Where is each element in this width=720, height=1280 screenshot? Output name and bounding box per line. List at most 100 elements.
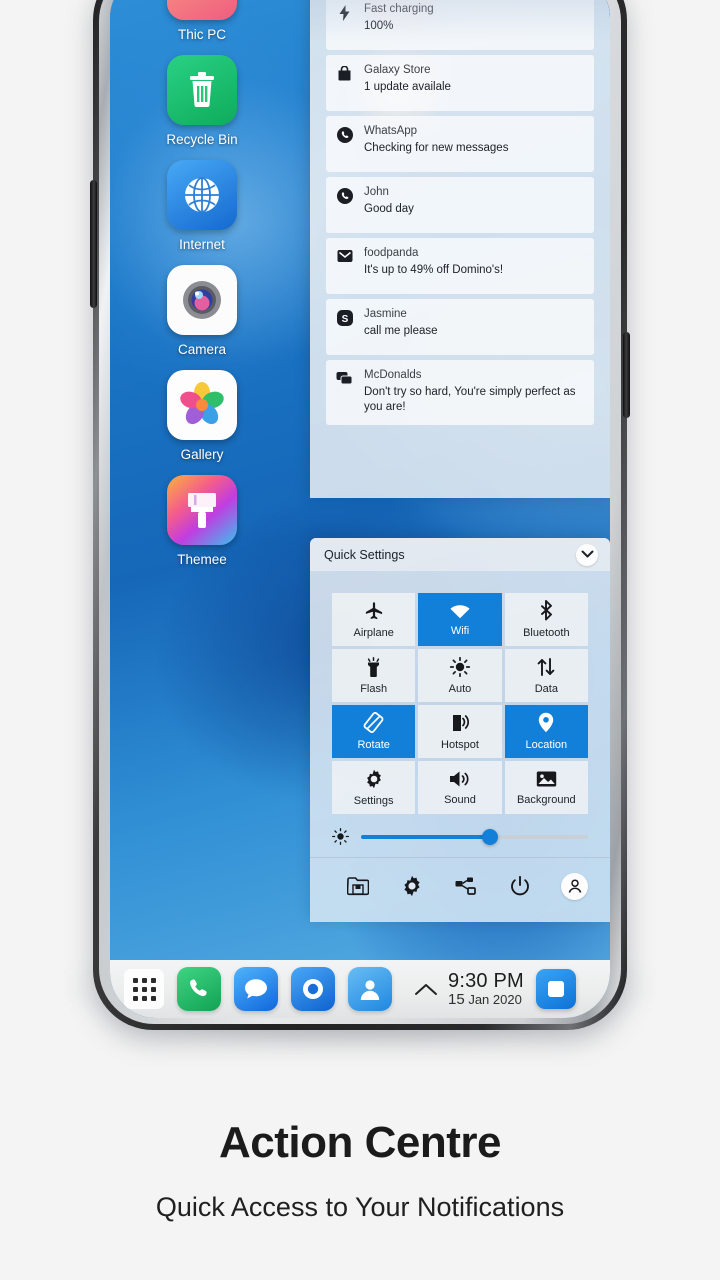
whatsapp-icon [336,125,353,162]
notification-app-name: Galaxy Store [364,64,431,76]
action-center-icon[interactable] [535,969,576,1009]
desktop-icon-themee[interactable]: Themee [150,475,254,567]
quick-tile-label: Rotate [357,739,390,751]
quick-tile-label: Wifi [450,625,470,637]
airplane-icon [364,601,384,621]
taskbar-date-day: 15 [448,990,465,1008]
speaker-icon [449,770,470,788]
notification-app-name: WhatsApp [364,125,418,137]
notification-item[interactable]: S Jasmine call me please [326,299,594,355]
quick-tile-wifi[interactable]: Wifi [418,593,502,646]
quick-tile-label: Location [525,739,568,751]
notification-message: call me please [364,325,438,337]
notification-message: 1 update availale [364,81,451,93]
quick-tile-rotate[interactable]: Rotate [332,705,416,758]
notification-item[interactable]: foodpanda It's up to 49% off Domino's! [326,238,594,294]
notification-item[interactable]: John Good day [326,177,594,233]
quick-tile-label: Flash [360,682,388,695]
brightness-slider-row [310,814,610,857]
quick-tile-label: Sound [444,793,476,806]
monitor-icon [167,0,237,20]
desktop-icon-recycle-bin[interactable]: Recycle Bin [150,55,254,147]
taskbar-clock[interactable]: 9:30 PM 15 Jan 2020 [448,969,524,1008]
quick-settings-title: Quick Settings [324,547,405,562]
quick-tile-settings[interactable]: Settings [332,761,416,814]
camera-icon[interactable] [291,967,335,1011]
desktop-icon-label: Gallery [180,447,224,462]
desktop-icon-thic-pc[interactable]: Thic PC [150,0,254,42]
network-devices-icon[interactable] [453,873,479,899]
desktop-icon-gallery[interactable]: Gallery [150,370,254,462]
notification-item[interactable]: Galaxy Store 1 update availale [326,55,594,111]
trash-icon [167,55,237,125]
app-grid-dots [132,977,156,1001]
quick-tile-airplane[interactable]: Airplane [332,593,416,646]
desktop-icons-column-1: Thic PC Recycle Bin Internet Camera Gall… [128,0,338,580]
phone-screen: Thic PC Recycle Bin Internet Camera Gall… [110,0,610,1018]
notification-item[interactable]: WhatsApp Checking for new messages [326,116,594,172]
notification-message: It's up to 49% off Domino's! [364,264,504,276]
quick-tile-label: Auto [448,682,472,695]
chevron-up-icon[interactable] [412,983,440,996]
desktop-icon-internet[interactable]: Internet [150,160,254,252]
camera-icon [167,265,237,335]
chevron-down-icon[interactable] [576,543,598,566]
files-icon[interactable] [345,873,371,899]
brightness-slider[interactable] [361,828,588,845]
user-avatar-icon[interactable] [561,872,588,900]
brightness-icon [332,828,349,845]
quick-tile-label: Bluetooth [523,627,570,639]
gallery-flower-icon [167,370,237,440]
notification-item[interactable]: McDonalds Don't try so hard, You're simp… [326,360,594,425]
gear-icon[interactable] [399,873,425,899]
messages-icon[interactable] [234,967,278,1011]
volume-button[interactable] [90,180,97,308]
globe-icon [167,160,237,230]
notification-message: 100% [364,20,394,32]
quick-tile-label: Data [534,682,558,695]
page-title: Action Centre [219,1118,501,1167]
chat-icon [336,369,353,415]
skype-icon: S [336,308,353,345]
quick-tile-data[interactable]: Data [504,649,588,702]
whatsapp-icon [336,186,353,223]
data-arrows-icon [536,657,556,677]
quick-settings-panel: Quick Settings Airplane Wifi Bluetooth F… [310,538,610,922]
quick-tile-auto[interactable]: Auto [418,649,502,702]
desktop-icon-camera[interactable]: Camera [150,265,254,357]
notification-app-name: John [364,186,389,198]
quick-tile-background[interactable]: Background [504,761,588,814]
desktop-icon-label: Themee [177,552,227,567]
quick-tile-hotspot[interactable]: Hotspot [418,705,502,758]
svg-text:S: S [341,314,348,325]
desktop-icon-label: Camera [177,342,226,357]
notification-item[interactable]: Fast charging 100% [326,0,594,50]
notification-panel: Notification 7 Clear All Fast charging 1… [310,0,610,498]
brightness-auto-icon [449,656,470,677]
notification-app-name: Fast charging [364,3,434,15]
desktop-icon-label: Thic PC [177,27,226,42]
taskbar-time: 9:30 PM [448,969,524,992]
desktop-icon-label: Internet [179,237,225,252]
quick-tile-sound[interactable]: Sound [418,761,502,814]
quick-tile-location[interactable]: Location [504,705,588,758]
quick-settings-tile-grid: Airplane Wifi Bluetooth Flash Auto Data … [310,571,610,814]
hotspot-icon [450,713,470,733]
desktop-icon-label: Recycle Bin [166,132,238,147]
brightness-slider-knob[interactable] [482,828,499,845]
quick-settings-footer [310,858,610,922]
contacts-icon[interactable] [348,967,392,1011]
quick-tile-flash[interactable]: Flash [332,649,416,702]
gmail-icon [336,247,353,284]
app-grid-icon[interactable] [124,969,164,1009]
notification-list: Fast charging 100% Galaxy Store 1 update… [310,0,610,498]
notification-app-name: McDonalds [364,369,422,381]
notification-app-name: foodpanda [364,247,419,259]
power-button[interactable] [623,332,630,418]
quick-tile-label: Settings [353,794,394,807]
phone-icon[interactable] [177,967,221,1011]
power-icon[interactable] [507,873,533,899]
bolt-icon [336,3,353,40]
quick-tile-bluetooth[interactable]: Bluetooth [504,593,588,646]
paintbrush-icon [167,475,237,545]
